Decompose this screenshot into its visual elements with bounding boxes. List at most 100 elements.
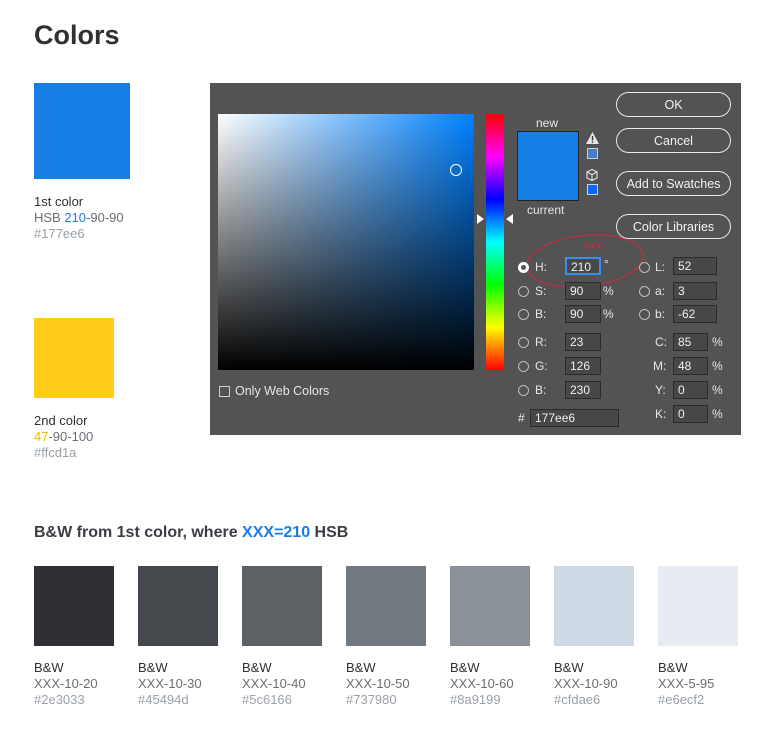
page-title: Colors: [34, 20, 120, 50]
bw-title-suffix: HSB: [310, 524, 349, 541]
current-label: current: [527, 203, 565, 217]
ok-button[interactable]: OK: [616, 92, 731, 117]
blue-radio[interactable]: [518, 385, 529, 396]
blue-label: B:: [535, 383, 547, 397]
black-field[interactable]: 0: [673, 405, 708, 423]
cyan-field[interactable]: 85: [673, 333, 708, 351]
hue-value: 47: [34, 429, 49, 444]
second-color-hsb: 47-90-100: [34, 429, 93, 445]
degree-unit: °: [604, 257, 609, 271]
green-radio[interactable]: [518, 361, 529, 372]
b-channel-radio[interactable]: [639, 309, 650, 320]
b-channel-label: b:: [655, 307, 666, 321]
cyan-label: C:: [655, 335, 667, 349]
bw-section-title: B&W from 1st color, where XXX=210 HSB: [34, 524, 348, 542]
brightness-radio[interactable]: [518, 309, 529, 320]
bw-swatch-caption: B&W XXX-10-20 #2e3033: [34, 660, 98, 708]
out-of-gamut-warning-icon[interactable]: [586, 131, 599, 149]
color-picker-dialog: new current OK Cancel Add to Swatches Co…: [210, 83, 741, 435]
first-color-label: 1st color: [34, 194, 84, 209]
picker-cursor-icon[interactable]: [450, 164, 462, 176]
hue-radio[interactable]: [518, 262, 529, 273]
bw-swatch-label: B&W: [346, 660, 376, 675]
yellow-label: Y:: [655, 383, 666, 397]
new-label: new: [536, 116, 559, 130]
second-color-hex: #ffcd1a: [34, 445, 77, 460]
bw-swatch-caption: B&W XXX-10-90 #cfdae6: [554, 660, 618, 708]
percent-unit: %: [712, 359, 723, 373]
hue-value: 210: [64, 210, 87, 225]
a-channel-radio[interactable]: [639, 286, 650, 297]
lightness-radio[interactable]: [639, 262, 650, 273]
bw-swatch-hex: #e6ecf2: [658, 692, 705, 707]
bw-swatch-caption: B&W XXX-5-95 #e6ecf2: [658, 660, 714, 708]
magenta-label: M:: [653, 359, 667, 373]
bw-swatch-label: B&W: [138, 660, 168, 675]
bw-swatch-label: B&W: [658, 660, 688, 675]
saturation-brightness-field[interactable]: [218, 114, 474, 370]
hue-field[interactable]: 210: [565, 257, 601, 275]
percent-unit: %: [712, 407, 723, 421]
green-label: G:: [535, 359, 548, 373]
b-channel-field[interactable]: -62: [673, 305, 717, 323]
hue-slider[interactable]: [486, 114, 504, 370]
current-color-preview[interactable]: [518, 166, 578, 200]
red-label: R:: [535, 335, 547, 349]
add-to-swatches-button[interactable]: Add to Swatches: [616, 171, 731, 196]
green-field[interactable]: 126: [565, 357, 601, 375]
a-channel-field[interactable]: 3: [673, 282, 717, 300]
hue-slider-left-arrow-icon[interactable]: [477, 214, 484, 224]
bw-swatch-hex: #5c6166: [242, 692, 292, 707]
new-color-preview: [518, 132, 578, 166]
annotation-label: XXX: [584, 241, 603, 251]
bw-swatch-hex: #45494d: [138, 692, 189, 707]
only-web-colors-checkbox[interactable]: [219, 386, 230, 397]
bw-swatch: [658, 566, 738, 646]
bw-swatch-hex: #2e3033: [34, 692, 85, 707]
first-color-swatch: [34, 83, 130, 179]
yellow-field[interactable]: 0: [673, 381, 708, 399]
lightness-field[interactable]: 52: [673, 257, 717, 275]
hue-label: H:: [535, 260, 547, 274]
black-label: K:: [655, 407, 667, 421]
saturation-label: S:: [535, 284, 547, 298]
bw-swatch: [34, 566, 114, 646]
bw-swatch-code: XXX-10-50: [346, 676, 410, 691]
hex-field[interactable]: 177ee6: [530, 409, 619, 427]
bw-swatch-label: B&W: [450, 660, 480, 675]
first-color-hex: #177ee6: [34, 226, 85, 241]
bw-swatch-label: B&W: [242, 660, 272, 675]
second-color-label: 2nd color: [34, 413, 88, 428]
color-libraries-button[interactable]: Color Libraries: [616, 214, 731, 239]
red-radio[interactable]: [518, 337, 529, 348]
percent-unit: %: [712, 383, 723, 397]
bw-swatch-caption: B&W XXX-10-30 #45494d: [138, 660, 202, 708]
red-field[interactable]: 23: [565, 333, 601, 351]
color-preview: [517, 131, 579, 201]
bw-swatch-code: XXX-10-20: [34, 676, 98, 691]
bw-swatch: [242, 566, 322, 646]
bw-swatch-code: XXX-10-40: [242, 676, 306, 691]
hue-slider-right-arrow-icon[interactable]: [506, 214, 513, 224]
percent-unit: %: [603, 307, 614, 321]
cancel-button[interactable]: Cancel: [616, 128, 731, 153]
bw-swatch-label: B&W: [554, 660, 584, 675]
hsb-rest: -90-90: [86, 210, 124, 225]
bw-swatch-code: XXX-5-95: [658, 676, 715, 691]
bw-swatch: [450, 566, 530, 646]
bw-swatch-caption: B&W XXX-10-40 #5c6166: [242, 660, 306, 708]
saturation-radio[interactable]: [518, 286, 529, 297]
web-safe-color-square[interactable]: [587, 184, 598, 195]
bw-swatch-label: B&W: [34, 660, 64, 675]
lightness-label: L:: [655, 260, 666, 274]
blue-field[interactable]: 230: [565, 381, 601, 399]
bw-swatch-hex: #737980: [346, 692, 397, 707]
brightness-label: B:: [535, 307, 547, 321]
bw-swatch-caption: B&W XXX-10-50 #737980: [346, 660, 410, 708]
brightness-field[interactable]: 90: [565, 305, 601, 323]
bw-swatch-caption: B&W XXX-10-60 #8a9199: [450, 660, 514, 708]
magenta-field[interactable]: 48: [673, 357, 708, 375]
saturation-field[interactable]: 90: [565, 282, 601, 300]
gamut-color-square[interactable]: [587, 148, 598, 159]
bw-swatch: [138, 566, 218, 646]
